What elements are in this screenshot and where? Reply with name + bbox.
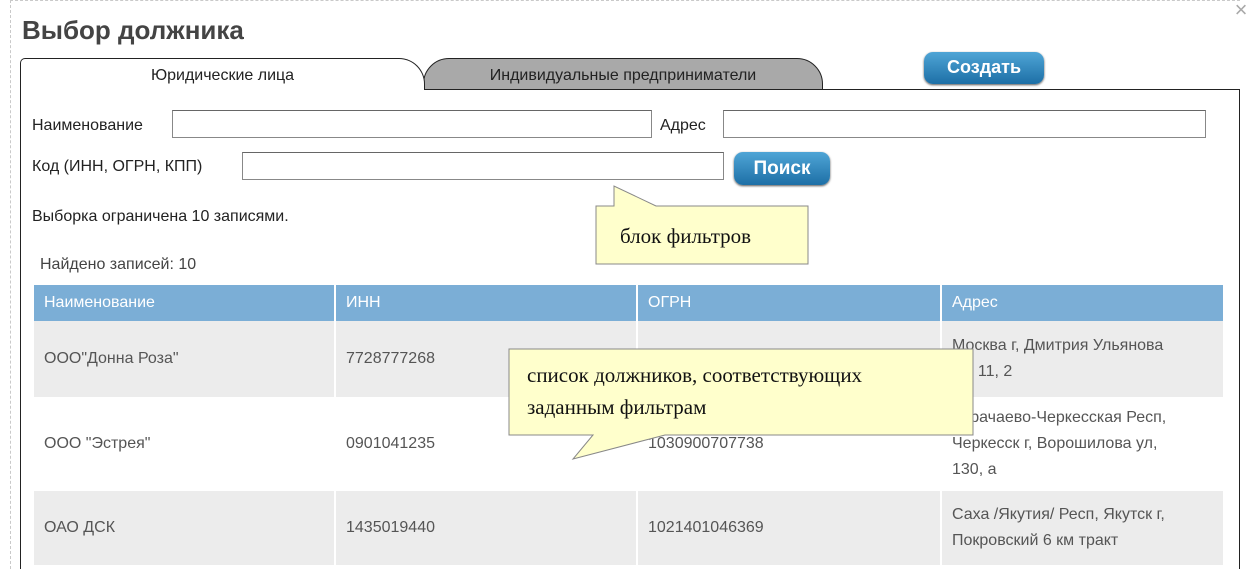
name-input[interactable] [172,110,652,138]
column-header-address[interactable]: Адрес [942,285,1223,321]
dialog-border-left [10,0,11,569]
address-line: Покровский 6 км тракт [952,532,1119,549]
found-count: Найдено записей: 10 [40,256,197,273]
table-header-row: Наименование ИНН ОГРН Адрес [34,285,1223,321]
address-input[interactable] [723,110,1206,138]
dialog-border-top [10,0,1240,1]
address-line: ул, 11, 2 [952,363,1013,380]
column-header-ogrn[interactable]: ОГРН [638,285,940,321]
name-label: Наименование [32,117,143,134]
create-button[interactable]: Создать [924,52,1044,84]
cell-name: ООО"Донна Роза" [34,321,334,397]
code-label: Код (ИНН, ОГРН, КПП) [32,158,203,175]
list-callout-line1: список должников, соответствующих [527,363,863,387]
dialog-title: Выбор должника [22,15,244,45]
close-icon[interactable]: × [1232,0,1250,21]
filters-callout-text: блок фильтров [620,224,752,248]
debtor-selection-dialog: × Выбор должника Индивидуальные предприн… [0,0,1250,569]
address-line: Черкесск г, Ворошилова ул, [952,435,1158,452]
address-line: Саха /Якутия/ Респ, Якутск г, [952,506,1165,523]
cell-name: ОАО ДСК [34,491,334,565]
code-input[interactable] [242,152,724,180]
tab-individual-entrepreneurs[interactable]: Индивидуальные предприниматели [423,58,823,90]
limit-note: Выборка ограничена 10 записями. [32,208,289,225]
tab-legal-entities[interactable]: Юридические лица [20,58,425,90]
table-row[interactable]: ОАО ДСК 1435019440 1021401046369 Саха /Я… [34,491,1223,565]
cell-name: ООО "Эстрея" [34,397,334,491]
address-line: 130, а [952,461,997,478]
column-header-inn[interactable]: ИНН [336,285,636,321]
cell-inn: 1435019440 [336,491,636,565]
cell-address: Саха /Якутия/ Респ, Якутск г, Покровский… [942,491,1223,565]
address-label: Адрес [660,117,706,134]
list-callout: список должников, соответствующих заданн… [505,345,985,465]
filters-callout: блок фильтров [590,180,820,270]
column-header-name[interactable]: Наименование [34,285,334,321]
address-line: Москва г, Дмитрия Ульянова [952,337,1164,354]
cell-ogrn: 1021401046369 [638,491,940,565]
list-callout-line2: заданным фильтрам [527,395,707,419]
address-line: Карачаево-Черкесская Респ, [952,409,1167,426]
